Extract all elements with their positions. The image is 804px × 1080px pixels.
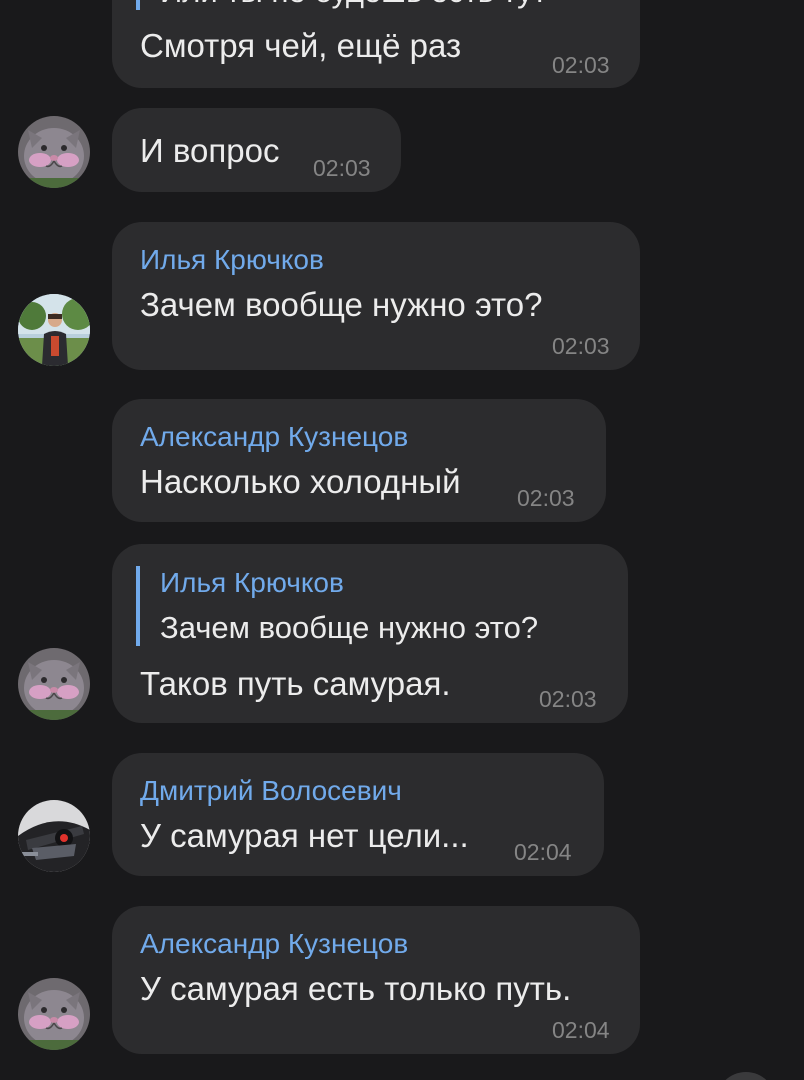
robot-avatar[interactable] [18, 800, 90, 872]
cat-avatar[interactable] [18, 116, 90, 188]
message-time: 02:03 [552, 52, 610, 78]
message-text: Насколько холодный [140, 463, 461, 500]
sender-name[interactable]: Александр Кузнецов [140, 421, 408, 453]
reply-quote-text: Зачем вообще нужно это? [160, 610, 539, 645]
message-time: 02:03 [552, 333, 610, 359]
message-bubble[interactable]: И вопрос 02:03 [112, 108, 401, 192]
person-photo-avatar[interactable] [18, 294, 90, 366]
message-bubble[interactable]: Или ты не будешь есть тут Смотря чей, ещ… [112, 0, 640, 88]
message-bubble[interactable]: Дмитрий Волосевич У самурая нет цели... … [112, 753, 604, 876]
message-time: 02:03 [539, 686, 597, 712]
chat-message-list[interactable]: Или ты не будешь есть тут Смотря чей, ещ… [0, 0, 804, 1080]
message-text: У самурая есть только путь. [140, 970, 572, 1007]
reply-quote-sender: Илья Крючков [160, 567, 344, 598]
scroll-down-button[interactable] [716, 1072, 776, 1080]
message-bubble[interactable]: Александр Кузнецов У самурая есть только… [112, 906, 640, 1054]
sender-name[interactable]: Дмитрий Волосевич [140, 775, 402, 807]
sender-name[interactable]: Александр Кузнецов [140, 928, 408, 960]
reply-quote-text: Или ты не будешь есть тут [160, 0, 547, 10]
message-text: Зачем вообще нужно это? [140, 286, 543, 323]
cat-avatar[interactable] [18, 978, 90, 1050]
message-bubble[interactable]: Александр Кузнецов Насколько холодный 02… [112, 399, 606, 522]
reply-quote[interactable]: Илья Крючков Зачем вообще нужно это? [136, 566, 538, 646]
message-text: И вопрос [140, 132, 280, 169]
message-time: 02:03 [313, 155, 371, 181]
message-time: 02:04 [514, 839, 572, 865]
message-bubble[interactable]: Илья Крючков Зачем вообще нужно это? 02:… [112, 222, 640, 370]
message-time: 02:04 [552, 1017, 610, 1043]
message-text: У самурая нет цели... [140, 817, 469, 854]
reply-quote[interactable]: Или ты не будешь есть тут [136, 0, 547, 10]
message-text: Таков путь самурая. [140, 665, 451, 702]
message-time: 02:03 [517, 485, 575, 511]
cat-avatar[interactable] [18, 648, 90, 720]
message-bubble[interactable]: Илья Крючков Зачем вообще нужно это? Так… [112, 544, 628, 723]
sender-name[interactable]: Илья Крючков [140, 244, 324, 276]
message-text: Смотря чей, ещё раз [140, 27, 462, 64]
